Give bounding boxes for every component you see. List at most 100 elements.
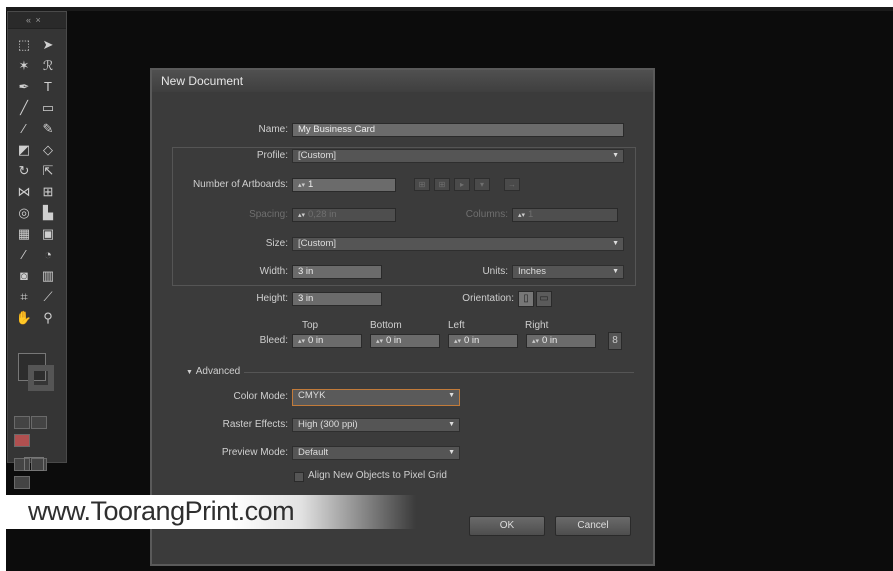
rotate-tool-icon[interactable]: ↻ xyxy=(12,160,36,181)
color-mode-button[interactable] xyxy=(14,416,30,429)
bleed-right-label: Right xyxy=(525,320,549,331)
stepper-icon[interactable]: ▴▾ xyxy=(298,180,306,191)
profile-label: Profile: xyxy=(256,150,288,161)
bleed-left-value: 0 in xyxy=(464,335,480,346)
artboard-tool-icon[interactable]: ⌗ xyxy=(12,286,36,307)
units-label: Units: xyxy=(482,266,508,277)
new-document-dialog: New Document Name: My Business Card Prof… xyxy=(150,68,655,566)
advanced-label: Advanced xyxy=(195,366,241,377)
scale-tool-icon[interactable]: ⇱ xyxy=(36,160,60,181)
eyedropper-tool-icon[interactable]: ⁄ xyxy=(12,244,36,265)
cancel-button[interactable]: Cancel xyxy=(555,516,631,536)
raster-effects-label: Raster Effects: xyxy=(222,419,288,430)
stroke-swatch[interactable] xyxy=(28,365,54,391)
fill-stroke-swatches[interactable] xyxy=(14,347,60,407)
align-pixel-grid-checkbox[interactable] xyxy=(294,472,304,482)
zoom-tool-icon[interactable]: ⚲ xyxy=(36,307,60,328)
bleed-left-field[interactable]: ▴▾ 0 in xyxy=(448,334,518,348)
blob-brush-tool-icon[interactable]: ◩ xyxy=(12,139,36,160)
bleed-bottom-field[interactable]: ▴▾ 0 in xyxy=(370,334,440,348)
color-mode-value: CMYK xyxy=(298,390,326,401)
stepper-icon[interactable]: ▴▾ xyxy=(376,336,384,347)
bleed-right-field[interactable]: ▴▾ 0 in xyxy=(526,334,596,348)
rectangle-tool-icon[interactable]: ▭ xyxy=(36,97,60,118)
orientation-label: Orientation: xyxy=(462,293,514,304)
height-field[interactable]: 3 in xyxy=(292,292,382,306)
screen-mode-icon[interactable] xyxy=(24,457,44,471)
grid-by-column-icon: ⊞ xyxy=(434,178,450,191)
landscape-icon[interactable]: ▭ xyxy=(536,291,552,307)
chevron-down-icon: ▼ xyxy=(448,421,455,428)
units-dropdown[interactable]: Inches ▼ xyxy=(512,265,624,279)
arrange-by-row-icon: ▸ xyxy=(454,178,470,191)
profile-value: [Custom] xyxy=(298,150,337,161)
gradient-mode-button[interactable] xyxy=(31,416,47,429)
gradient-tool-icon[interactable]: ▣ xyxy=(36,223,60,244)
free-transform-tool-icon[interactable]: ⊞ xyxy=(36,181,60,202)
width-field[interactable]: 3 in xyxy=(292,265,382,279)
symbol-sprayer-tool-icon[interactable]: ◙ xyxy=(12,265,36,286)
chevron-down-icon: ▼ xyxy=(612,152,619,159)
blend-tool-icon[interactable]: ◔ xyxy=(36,244,60,265)
pencil-tool-icon[interactable]: ✎ xyxy=(36,118,60,139)
color-mode-label: Color Mode: xyxy=(233,391,288,402)
artboards-value: 1 xyxy=(308,179,314,190)
chevron-down-icon: ▼ xyxy=(612,268,619,275)
portrait-icon[interactable]: ▯ xyxy=(518,291,534,307)
lasso-tool-icon[interactable]: ℛ xyxy=(36,55,60,76)
dialog-title: New Document xyxy=(161,74,244,88)
name-label: Name: xyxy=(258,124,288,135)
shape-builder-tool-icon[interactable]: ◎ xyxy=(12,202,36,223)
preview-mode-dropdown[interactable]: Default ▼ xyxy=(292,446,460,460)
width-label: Width: xyxy=(259,266,288,277)
slice-tool-icon[interactable]: ⟋ xyxy=(36,286,60,307)
type-tool-icon[interactable]: T xyxy=(36,76,60,97)
bleed-top-field[interactable]: ▴▾ 0 in xyxy=(292,334,362,348)
stepper-icon[interactable]: ▴▾ xyxy=(298,336,306,347)
pen-tool-icon[interactable]: ✒ xyxy=(12,76,36,97)
line-tool-icon[interactable]: ╱ xyxy=(12,97,36,118)
raster-effects-dropdown[interactable]: High (300 ppi) ▼ xyxy=(292,418,460,432)
bleed-label: Bleed: xyxy=(259,335,288,346)
perspective-grid-tool-icon[interactable]: ▙ xyxy=(36,202,60,223)
advanced-separator xyxy=(244,372,634,373)
none-mode-button[interactable] xyxy=(14,434,30,447)
width-tool-icon[interactable]: ⋈ xyxy=(12,181,36,202)
size-dropdown[interactable]: [Custom] ▼ xyxy=(292,237,624,251)
watermark-text: www.ToorangPrint.com xyxy=(28,496,295,526)
chevron-down-icon: ▼ xyxy=(612,240,619,247)
dialog-titlebar[interactable]: New Document xyxy=(152,70,653,93)
stepper-icon[interactable]: ▴▾ xyxy=(454,336,462,347)
draw-inside-button[interactable] xyxy=(14,476,30,489)
direct-selection-tool-icon[interactable]: ➤ xyxy=(36,34,60,55)
color-mode-dropdown[interactable]: CMYK ▼ xyxy=(292,389,460,406)
tools-panel-header[interactable]: « × xyxy=(8,12,66,29)
mesh-tool-icon[interactable]: ▦ xyxy=(12,223,36,244)
columns-value: 1 xyxy=(528,209,534,220)
spacing-value: 0,28 in xyxy=(308,209,337,220)
link-icon[interactable]: 8 xyxy=(608,332,622,350)
right-to-left-icon: → xyxy=(504,178,520,191)
column-graph-tool-icon[interactable]: ▥ xyxy=(36,265,60,286)
selection-tool-icon[interactable]: ⬚ xyxy=(12,34,36,55)
paintbrush-tool-icon[interactable]: ∕ xyxy=(12,118,36,139)
collapse-icon[interactable]: « × xyxy=(26,15,42,25)
stepper-icon[interactable]: ▴▾ xyxy=(532,336,540,347)
magic-wand-tool-icon[interactable]: ✶ xyxy=(12,55,36,76)
hand-tool-icon[interactable]: ✋ xyxy=(12,307,36,328)
align-pixel-grid-label: Align New Objects to Pixel Grid xyxy=(308,470,447,481)
bleed-right-value: 0 in xyxy=(542,335,558,346)
height-label: Height: xyxy=(256,293,288,304)
chevron-down-icon: ▼ xyxy=(448,392,455,399)
artboards-label: Number of Artboards: xyxy=(192,179,288,190)
ok-button[interactable]: OK xyxy=(469,516,545,536)
chevron-down-icon: ▼ xyxy=(448,449,455,456)
artboards-field[interactable]: ▴▾ 1 xyxy=(292,178,396,192)
grid-by-row-icon: ⊞ xyxy=(414,178,430,191)
bleed-bottom-label: Bottom xyxy=(370,320,402,331)
eraser-tool-icon[interactable]: ◇ xyxy=(36,139,60,160)
stepper-icon: ▴▾ xyxy=(518,212,526,219)
name-field[interactable]: My Business Card xyxy=(292,123,624,137)
profile-dropdown[interactable]: [Custom] ▼ xyxy=(292,149,624,163)
columns-field: ▴▾ 1 xyxy=(512,208,618,222)
